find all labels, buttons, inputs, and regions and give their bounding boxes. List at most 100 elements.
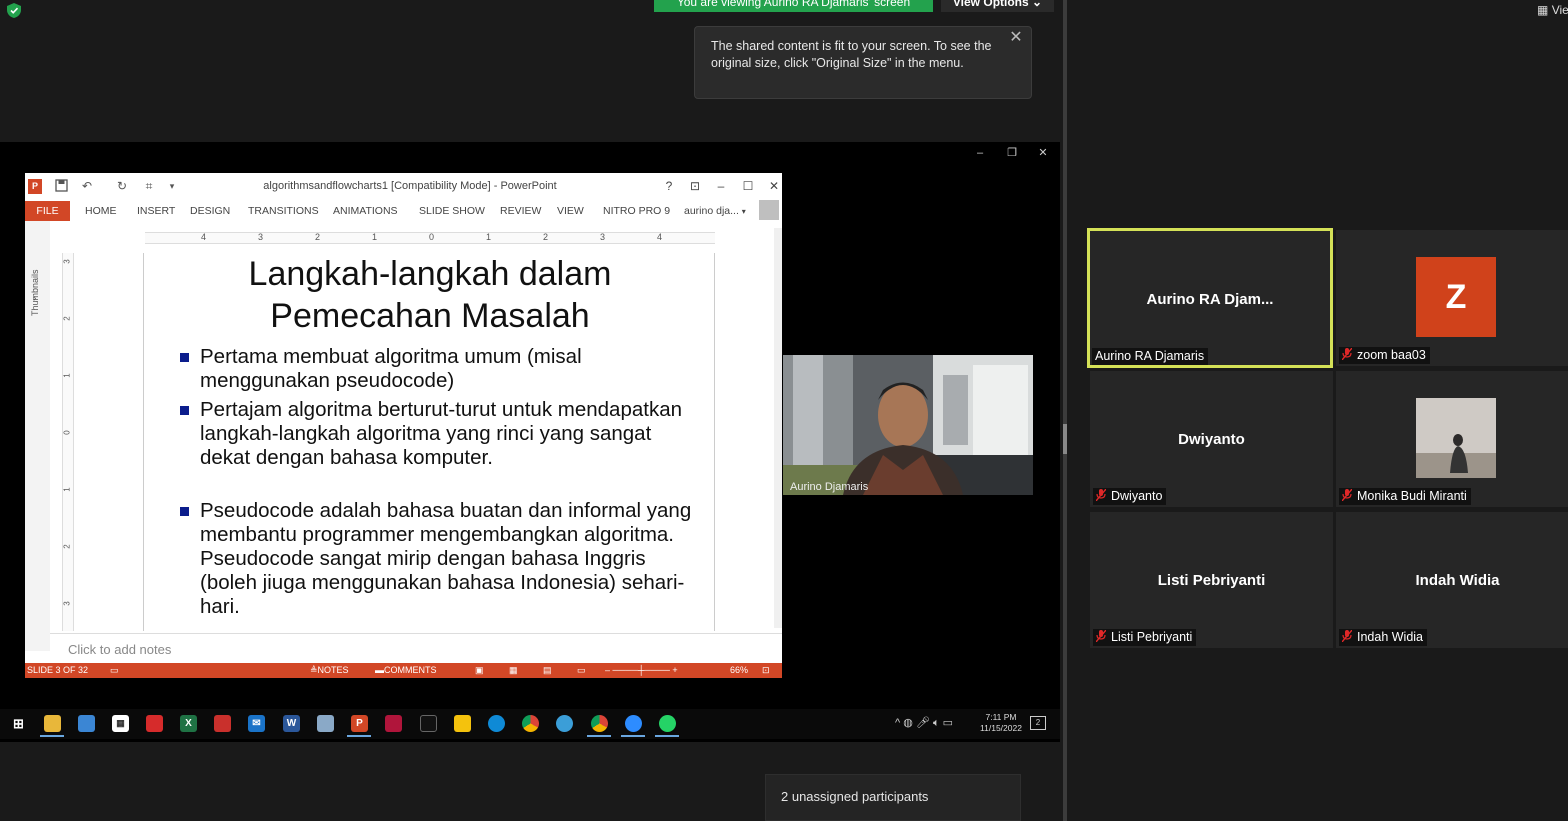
participant-tile[interactable]: Z zoom baa03: [1336, 230, 1568, 366]
system-tray[interactable]: ^ ◍ 🎤︎ 🔈︎ ▭: [895, 716, 953, 730]
save-icon[interactable]: [54, 179, 68, 193]
close-share-icon[interactable]: ✕: [1036, 146, 1050, 160]
speaker-video[interactable]: [783, 355, 1033, 495]
tab-design[interactable]: DESIGN: [190, 201, 230, 221]
tab-animations[interactable]: ANIMATIONS: [333, 201, 398, 221]
ppt-close-icon[interactable]: ✕: [767, 179, 781, 193]
ruler-tick: 3: [62, 601, 72, 606]
powerpoint-icon[interactable]: P: [351, 715, 368, 732]
slide-sorter-icon[interactable]: ▦: [509, 663, 518, 678]
app-icon[interactable]: [317, 715, 334, 732]
restore-icon[interactable]: ❐: [1005, 146, 1019, 160]
tab-view[interactable]: VIEW: [557, 201, 584, 221]
windows-start-icon[interactable]: ⊞: [10, 715, 27, 732]
slide-canvas[interactable]: Langkah-langkah dalam Pemecahan Masalah …: [143, 253, 715, 631]
tray-app-icon[interactable]: ◍: [903, 717, 913, 729]
app-icon[interactable]: [385, 715, 402, 732]
microphone-icon[interactable]: 🎤︎: [916, 717, 930, 729]
slide-title[interactable]: Langkah-langkah dalam Pemecahan Masalah: [144, 253, 716, 337]
network-icon[interactable]: ▭: [943, 717, 953, 729]
participant-tile[interactable]: Monika Budi Miranti: [1336, 371, 1568, 507]
normal-view-icon[interactable]: ▣: [475, 663, 484, 678]
word-icon[interactable]: W: [283, 715, 300, 732]
vertical-scrollbar[interactable]: [774, 228, 782, 628]
presentation-start-icon[interactable]: ⌗: [142, 179, 156, 193]
zoom-level[interactable]: 66%: [730, 663, 748, 678]
notes-button-label: NOTES: [317, 665, 349, 675]
divider-grip-handle[interactable]: [1063, 424, 1067, 454]
participant-name: Indah Widia: [1357, 630, 1424, 644]
ppt-minimize-icon[interactable]: –: [714, 179, 728, 193]
app-icon[interactable]: [556, 715, 573, 732]
participant-tile[interactable]: Aurino RA Djam... Aurino RA Djamaris: [1087, 228, 1333, 368]
ppt-title-bar: P ↶ ↻ ⌗ ▾ algorithmsandflowcharts1 [Comp…: [25, 173, 782, 201]
help-icon[interactable]: ?: [662, 179, 676, 193]
ribbon-tabs: FILE HOME INSERT DESIGN TRANSITIONS ANIM…: [25, 201, 782, 221]
tab-slide-show[interactable]: SLIDE SHOW: [419, 201, 485, 221]
view-options-button[interactable]: View Options ⌄: [941, 0, 1054, 12]
whatsapp-icon[interactable]: [659, 715, 676, 732]
chevron-up-icon[interactable]: ^: [895, 717, 900, 729]
comments-button[interactable]: ▬ COMMENTS: [375, 663, 437, 678]
app-icon[interactable]: [420, 715, 437, 732]
tab-nitro-pro[interactable]: NITRO PRO 9: [603, 201, 670, 221]
ruler-tick: 2: [543, 232, 549, 242]
tab-insert[interactable]: INSERT: [137, 201, 175, 221]
ppt-user-name[interactable]: aurino dja... ▾: [684, 201, 746, 222]
muted-microphone-icon: [1342, 630, 1352, 642]
tab-transitions[interactable]: TRANSITIONS: [248, 201, 319, 221]
participant-name-label: Aurino RA Djamaris: [1092, 348, 1209, 365]
chrome-icon[interactable]: [591, 715, 608, 732]
edge-icon[interactable]: [488, 715, 505, 732]
participant-tile[interactable]: Indah Widia Indah Widia: [1336, 512, 1568, 648]
zoom-slider[interactable]: – ────┼──── +: [605, 663, 678, 678]
store-icon[interactable]: ▦: [112, 715, 129, 732]
user-avatar-icon[interactable]: [759, 200, 779, 220]
ribbon-display-icon[interactable]: ⊡: [688, 179, 702, 193]
ruler-tick: 2: [62, 316, 72, 321]
tab-review[interactable]: REVIEW: [500, 201, 541, 221]
participant-tile[interactable]: Dwiyanto Dwiyanto: [1090, 371, 1333, 507]
bullet-square-icon: [180, 406, 189, 415]
notification-center-icon[interactable]: 2: [1030, 716, 1046, 730]
close-icon[interactable]: ✕: [1009, 30, 1023, 46]
slideshow-icon[interactable]: ▭: [577, 663, 586, 678]
chrome-icon[interactable]: [522, 715, 539, 732]
fit-slide-icon[interactable]: ⊡: [762, 663, 770, 678]
thumbnails-panel[interactable]: › Thumbnails: [25, 221, 50, 651]
participant-center-name: Listi Pebriyanti: [1157, 572, 1266, 589]
view-button[interactable]: ▦ Vie: [1537, 3, 1568, 17]
participant-tile[interactable]: Listi Pebriyanti Listi Pebriyanti: [1090, 512, 1333, 648]
app-icon[interactable]: [146, 715, 163, 732]
minimize-icon[interactable]: –: [973, 146, 987, 160]
undo-icon[interactable]: ↶: [80, 179, 94, 193]
file-explorer-icon[interactable]: [44, 715, 61, 732]
ruler-tick: 1: [486, 232, 492, 242]
reading-view-icon[interactable]: ▤: [543, 663, 552, 678]
speaker-video-image: [783, 355, 1033, 495]
powerpoint-logo-icon: P: [28, 179, 42, 194]
redo-icon[interactable]: ↻: [115, 179, 129, 193]
tab-home[interactable]: HOME: [85, 201, 117, 221]
tab-file[interactable]: FILE: [25, 201, 70, 221]
ppt-maximize-icon[interactable]: ☐: [741, 179, 755, 193]
zoom-icon[interactable]: [625, 715, 642, 732]
panel-divider[interactable]: [1063, 0, 1067, 821]
volume-icon[interactable]: 🔈︎: [933, 717, 940, 729]
notes-pane[interactable]: Click to add notes: [50, 633, 782, 663]
participant-center-name: Indah Widia: [1415, 572, 1500, 589]
active-app-indicator: [621, 735, 645, 737]
excel-icon[interactable]: X: [180, 715, 197, 732]
system-clock[interactable]: 7:11 PM 11/15/2022: [978, 712, 1024, 734]
muted-microphone-icon: [1342, 348, 1352, 360]
sticky-notes-icon[interactable]: [454, 715, 471, 732]
chevron-down-icon: ⌄: [1032, 0, 1043, 9]
security-shield-icon[interactable]: [7, 3, 21, 18]
spellcheck-icon[interactable]: ▭: [110, 663, 119, 678]
notes-button[interactable]: ≜ NOTES: [310, 663, 349, 678]
qat-more-icon[interactable]: ▾: [165, 179, 179, 193]
app-icon[interactable]: [78, 715, 95, 732]
unassigned-participants-toast[interactable]: 2 unassigned participants: [765, 774, 1021, 821]
mail-icon[interactable]: ✉: [248, 715, 265, 732]
app-icon[interactable]: [214, 715, 231, 732]
